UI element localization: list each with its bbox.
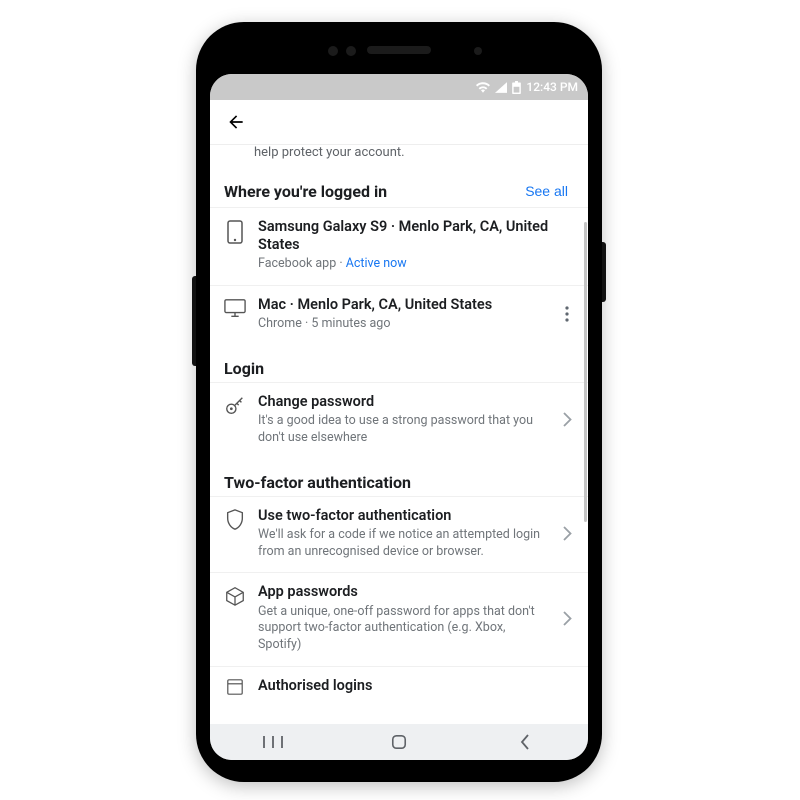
row-title: Use two-factor authentication	[258, 507, 544, 525]
row-subtitle: Get a unique, one-off password for apps …	[258, 604, 544, 655]
phone-icon	[224, 218, 246, 244]
arrow-left-icon	[226, 111, 246, 133]
scrollbar-thumb[interactable]	[584, 222, 587, 522]
section-title-tfa: Two-factor authentication	[210, 459, 588, 496]
chevron-left-icon	[519, 734, 531, 750]
nav-back-button[interactable]	[501, 728, 549, 756]
sensor-dot	[328, 46, 338, 56]
session-row[interactable]: Samsung Galaxy S9 · Menlo Park, CA, Unit…	[210, 207, 588, 285]
phone-frame: 12:43 PM help protect your account. Wher…	[196, 22, 602, 782]
section-header-logged-in: Where you're logged in See all	[210, 172, 588, 207]
recents-icon	[263, 735, 283, 749]
section-title: Where you're logged in	[224, 182, 387, 201]
chevron-right-icon	[556, 611, 578, 626]
home-button[interactable]	[375, 728, 423, 756]
see-all-button[interactable]: See all	[519, 182, 574, 200]
use-tfa-row[interactable]: Use two-factor authentication We'll ask …	[210, 496, 588, 573]
wifi-icon	[476, 82, 490, 93]
android-nav-bar	[210, 724, 588, 760]
sensor-dot	[346, 46, 356, 56]
chevron-right-icon	[556, 412, 578, 427]
box-icon	[224, 583, 246, 607]
session-title: Mac · Menlo Park, CA, United States	[258, 296, 544, 314]
app-passwords-row[interactable]: App passwords Get a unique, one-off pass…	[210, 572, 588, 666]
desktop-icon	[224, 296, 246, 318]
key-icon	[224, 393, 246, 417]
earpiece	[367, 46, 431, 54]
chevron-right-icon	[556, 526, 578, 541]
battery-icon	[512, 81, 521, 94]
window-icon	[224, 677, 246, 695]
row-title: App passwords	[258, 583, 544, 601]
shield-icon	[224, 507, 246, 531]
row-subtitle: It's a good idea to use a strong passwor…	[258, 413, 544, 447]
recents-button[interactable]	[249, 728, 297, 756]
section-title-login: Login	[210, 345, 588, 382]
screen: 12:43 PM help protect your account. Wher…	[210, 74, 588, 760]
session-title: Samsung Galaxy S9 · Menlo Park, CA, Unit…	[258, 218, 578, 254]
app-bar	[210, 100, 588, 145]
home-icon	[391, 734, 407, 750]
intro-snippet: help protect your account.	[210, 144, 588, 172]
session-meta: Facebook app · Active now	[258, 256, 578, 273]
session-row[interactable]: Mac · Menlo Park, CA, United States Chro…	[210, 285, 588, 345]
authorised-logins-row[interactable]: Authorised logins	[210, 666, 588, 699]
status-clock: 12:43 PM	[526, 80, 578, 94]
row-title: Change password	[258, 393, 544, 411]
session-meta: Chrome · 5 minutes ago	[258, 316, 544, 333]
content-scroll[interactable]: help protect your account. Where you're …	[210, 144, 588, 724]
status-bar: 12:43 PM	[210, 74, 588, 100]
change-password-row[interactable]: Change password It's a good idea to use …	[210, 382, 588, 459]
more-vert-icon	[565, 306, 569, 322]
session-overflow-button[interactable]	[556, 305, 578, 323]
row-title: Authorised logins	[258, 677, 578, 695]
row-subtitle: We'll ask for a code if we notice an att…	[258, 527, 544, 561]
signal-icon	[495, 82, 507, 93]
front-camera	[474, 47, 482, 55]
back-button[interactable]	[220, 106, 252, 138]
